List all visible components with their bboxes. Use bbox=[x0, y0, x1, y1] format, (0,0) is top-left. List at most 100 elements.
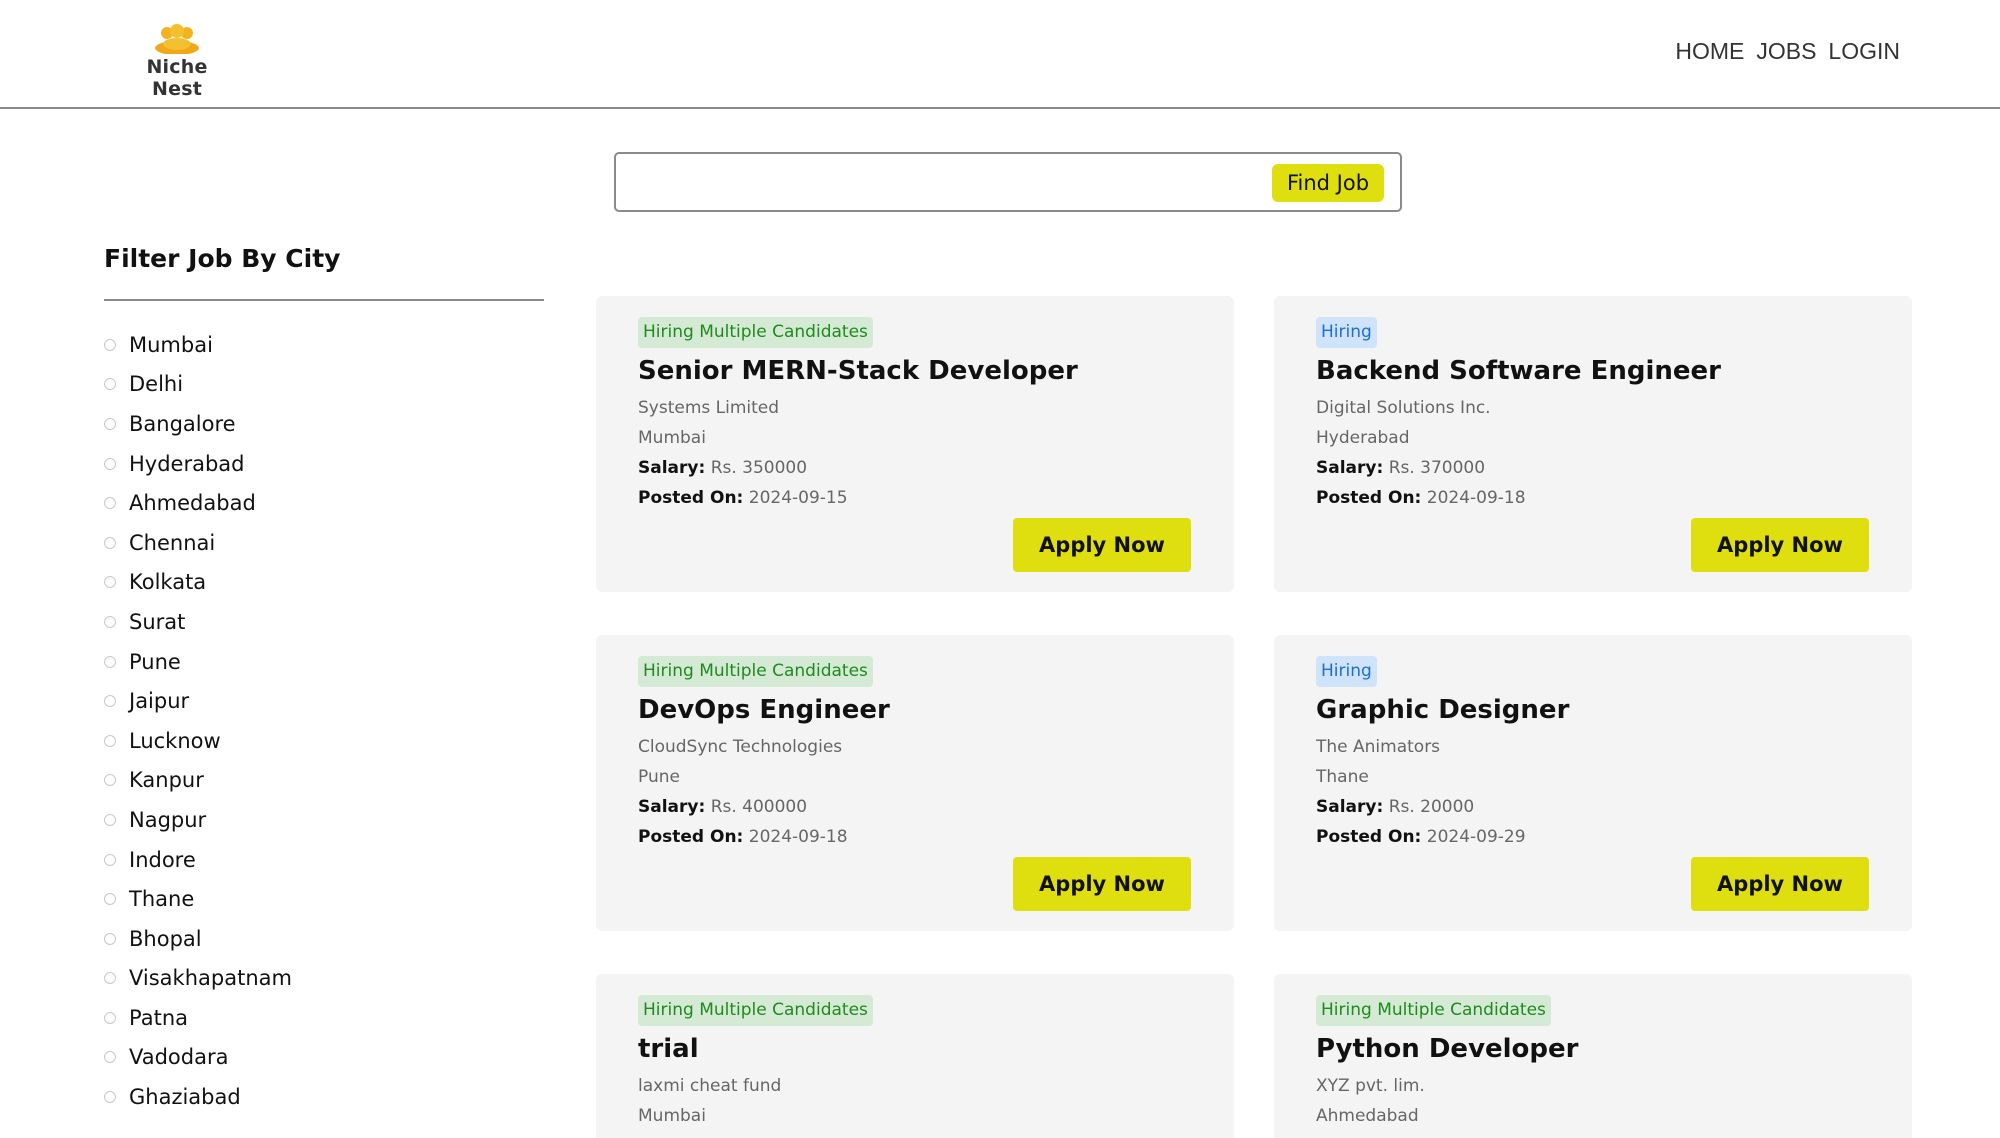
radio-icon[interactable] bbox=[104, 655, 116, 668]
hiring-badge: Hiring Multiple Candidates bbox=[638, 317, 873, 348]
city-list: Mumbai Delhi Bangalore Hyderabad Ahmedab… bbox=[104, 325, 544, 1117]
radio-icon[interactable] bbox=[104, 1051, 116, 1064]
nav-login[interactable]: LOGIN bbox=[1828, 38, 1900, 65]
radio-icon[interactable] bbox=[104, 576, 116, 589]
hiring-badge: Hiring Multiple Candidates bbox=[638, 995, 873, 1026]
city-option-thane[interactable]: Thane bbox=[104, 879, 544, 919]
job-search-bar: Find Job bbox=[614, 152, 1402, 212]
job-card: Hiring Multiple Candidates trial laxmi c… bbox=[596, 974, 1234, 1138]
city-option-vadodara[interactable]: Vadodara bbox=[104, 1038, 544, 1078]
city-label: Nagpur bbox=[129, 807, 207, 832]
city-option-indore[interactable]: Indore bbox=[104, 840, 544, 880]
city-option-pune[interactable]: Pune bbox=[104, 642, 544, 682]
radio-icon[interactable] bbox=[104, 972, 116, 985]
search-input[interactable] bbox=[628, 164, 1228, 200]
city-label: Chennai bbox=[129, 530, 216, 555]
city-option-kolkata[interactable]: Kolkata bbox=[104, 563, 544, 603]
radio-icon[interactable] bbox=[104, 417, 116, 430]
apply-now-button[interactable]: Apply Now bbox=[1691, 857, 1869, 911]
radio-icon[interactable] bbox=[104, 932, 116, 945]
radio-icon[interactable] bbox=[104, 853, 116, 866]
city-option-nagpur[interactable]: Nagpur bbox=[104, 800, 544, 840]
salary-label: Salary: bbox=[1316, 797, 1384, 817]
logo[interactable]: Niche Nest bbox=[122, 24, 232, 100]
company-name: XYZ pvt. lim. bbox=[1316, 1076, 1425, 1096]
divider bbox=[104, 299, 544, 301]
city-label: Ghaziabad bbox=[129, 1085, 241, 1110]
city-option-delhi[interactable]: Delhi bbox=[104, 365, 544, 405]
job-location: Hyderabad bbox=[1316, 428, 1410, 448]
company-name: The Animators bbox=[1316, 737, 1441, 757]
posted-value: 2024-09-29 bbox=[1426, 827, 1526, 847]
job-location: Ahmedabad bbox=[1316, 1106, 1419, 1126]
city-option-kanpur[interactable]: Kanpur bbox=[104, 761, 544, 801]
city-option-visakhapatnam[interactable]: Visakhapatnam bbox=[104, 959, 544, 999]
radio-icon[interactable] bbox=[104, 893, 116, 906]
city-option-surat[interactable]: Surat bbox=[104, 602, 544, 642]
apply-now-button[interactable]: Apply Now bbox=[1691, 518, 1869, 572]
salary-value: Rs. 20000 bbox=[1388, 797, 1475, 817]
job-title: Senior MERN-Stack Developer bbox=[638, 356, 1078, 386]
radio-icon[interactable] bbox=[104, 536, 116, 549]
city-label: Jaipur bbox=[129, 689, 190, 714]
posted-label: Posted On: bbox=[1316, 488, 1422, 508]
city-option-ghaziabad[interactable]: Ghaziabad bbox=[104, 1077, 544, 1117]
job-location: Mumbai bbox=[638, 1106, 706, 1126]
city-label: Indore bbox=[129, 847, 196, 872]
radio-icon[interactable] bbox=[104, 497, 116, 510]
find-job-button[interactable]: Find Job bbox=[1272, 164, 1384, 202]
city-label: Thane bbox=[129, 887, 195, 912]
apply-now-button[interactable]: Apply Now bbox=[1013, 518, 1191, 572]
company-name: laxmi cheat fund bbox=[638, 1076, 782, 1096]
radio-icon[interactable] bbox=[104, 1091, 116, 1104]
city-option-bhopal[interactable]: Bhopal bbox=[104, 919, 544, 959]
city-option-bangalore[interactable]: Bangalore bbox=[104, 404, 544, 444]
job-location: Pune bbox=[638, 767, 680, 787]
job-card: Hiring Multiple Candidates Python Develo… bbox=[1274, 974, 1912, 1138]
job-location: Thane bbox=[1316, 767, 1369, 787]
radio-icon[interactable] bbox=[104, 774, 116, 787]
radio-icon[interactable] bbox=[104, 695, 116, 708]
city-label: Bhopal bbox=[129, 926, 202, 951]
posted-label: Posted On: bbox=[1316, 827, 1422, 847]
city-option-mumbai[interactable]: Mumbai bbox=[104, 325, 544, 365]
radio-icon[interactable] bbox=[104, 378, 116, 391]
main-nav: HOME JOBS LOGIN bbox=[1675, 38, 1900, 65]
salary-label: Salary: bbox=[638, 797, 706, 817]
apply-now-button[interactable]: Apply Now bbox=[1013, 857, 1191, 911]
job-salary: Salary: Rs. 20000 bbox=[1316, 797, 1474, 817]
salary-label: Salary: bbox=[638, 458, 706, 478]
radio-icon[interactable] bbox=[104, 615, 116, 628]
city-option-patna[interactable]: Patna bbox=[104, 998, 544, 1038]
nav-jobs[interactable]: JOBS bbox=[1756, 38, 1816, 65]
job-title: Python Developer bbox=[1316, 1034, 1579, 1064]
job-posted-date: Posted On: 2024-09-18 bbox=[1316, 488, 1526, 508]
city-option-hyderabad[interactable]: Hyderabad bbox=[104, 444, 544, 484]
city-option-lucknow[interactable]: Lucknow bbox=[104, 721, 544, 761]
job-salary: Salary: Rs. 350000 bbox=[638, 458, 807, 478]
company-name: Systems Limited bbox=[638, 398, 780, 418]
city-label: Mumbai bbox=[129, 332, 213, 357]
city-option-jaipur[interactable]: Jaipur bbox=[104, 681, 544, 721]
job-card: Hiring Graphic Designer The Animators Th… bbox=[1274, 635, 1912, 931]
radio-icon[interactable] bbox=[104, 734, 116, 747]
radio-icon[interactable] bbox=[104, 338, 116, 351]
city-label: Visakhapatnam bbox=[129, 966, 292, 991]
city-option-ahmedabad[interactable]: Ahmedabad bbox=[104, 483, 544, 523]
hiring-badge: Hiring bbox=[1316, 656, 1377, 687]
job-posted-date: Posted On: 2024-09-29 bbox=[1316, 827, 1526, 847]
city-label: Hyderabad bbox=[129, 451, 245, 476]
posted-label: Posted On: bbox=[638, 488, 744, 508]
posted-value: 2024-09-18 bbox=[748, 827, 848, 847]
city-label: Pune bbox=[129, 649, 181, 674]
radio-icon[interactable] bbox=[104, 1011, 116, 1024]
nav-home[interactable]: HOME bbox=[1675, 38, 1744, 65]
company-name: CloudSync Technologies bbox=[638, 737, 843, 757]
radio-icon[interactable] bbox=[104, 457, 116, 470]
salary-value: Rs. 370000 bbox=[1388, 458, 1486, 478]
hiring-badge: Hiring Multiple Candidates bbox=[1316, 995, 1551, 1026]
job-title: DevOps Engineer bbox=[638, 695, 890, 725]
radio-icon[interactable] bbox=[104, 813, 116, 826]
city-filter-sidebar: Filter Job By City Mumbai Delhi Bangalor… bbox=[104, 244, 544, 1117]
city-option-chennai[interactable]: Chennai bbox=[104, 523, 544, 563]
